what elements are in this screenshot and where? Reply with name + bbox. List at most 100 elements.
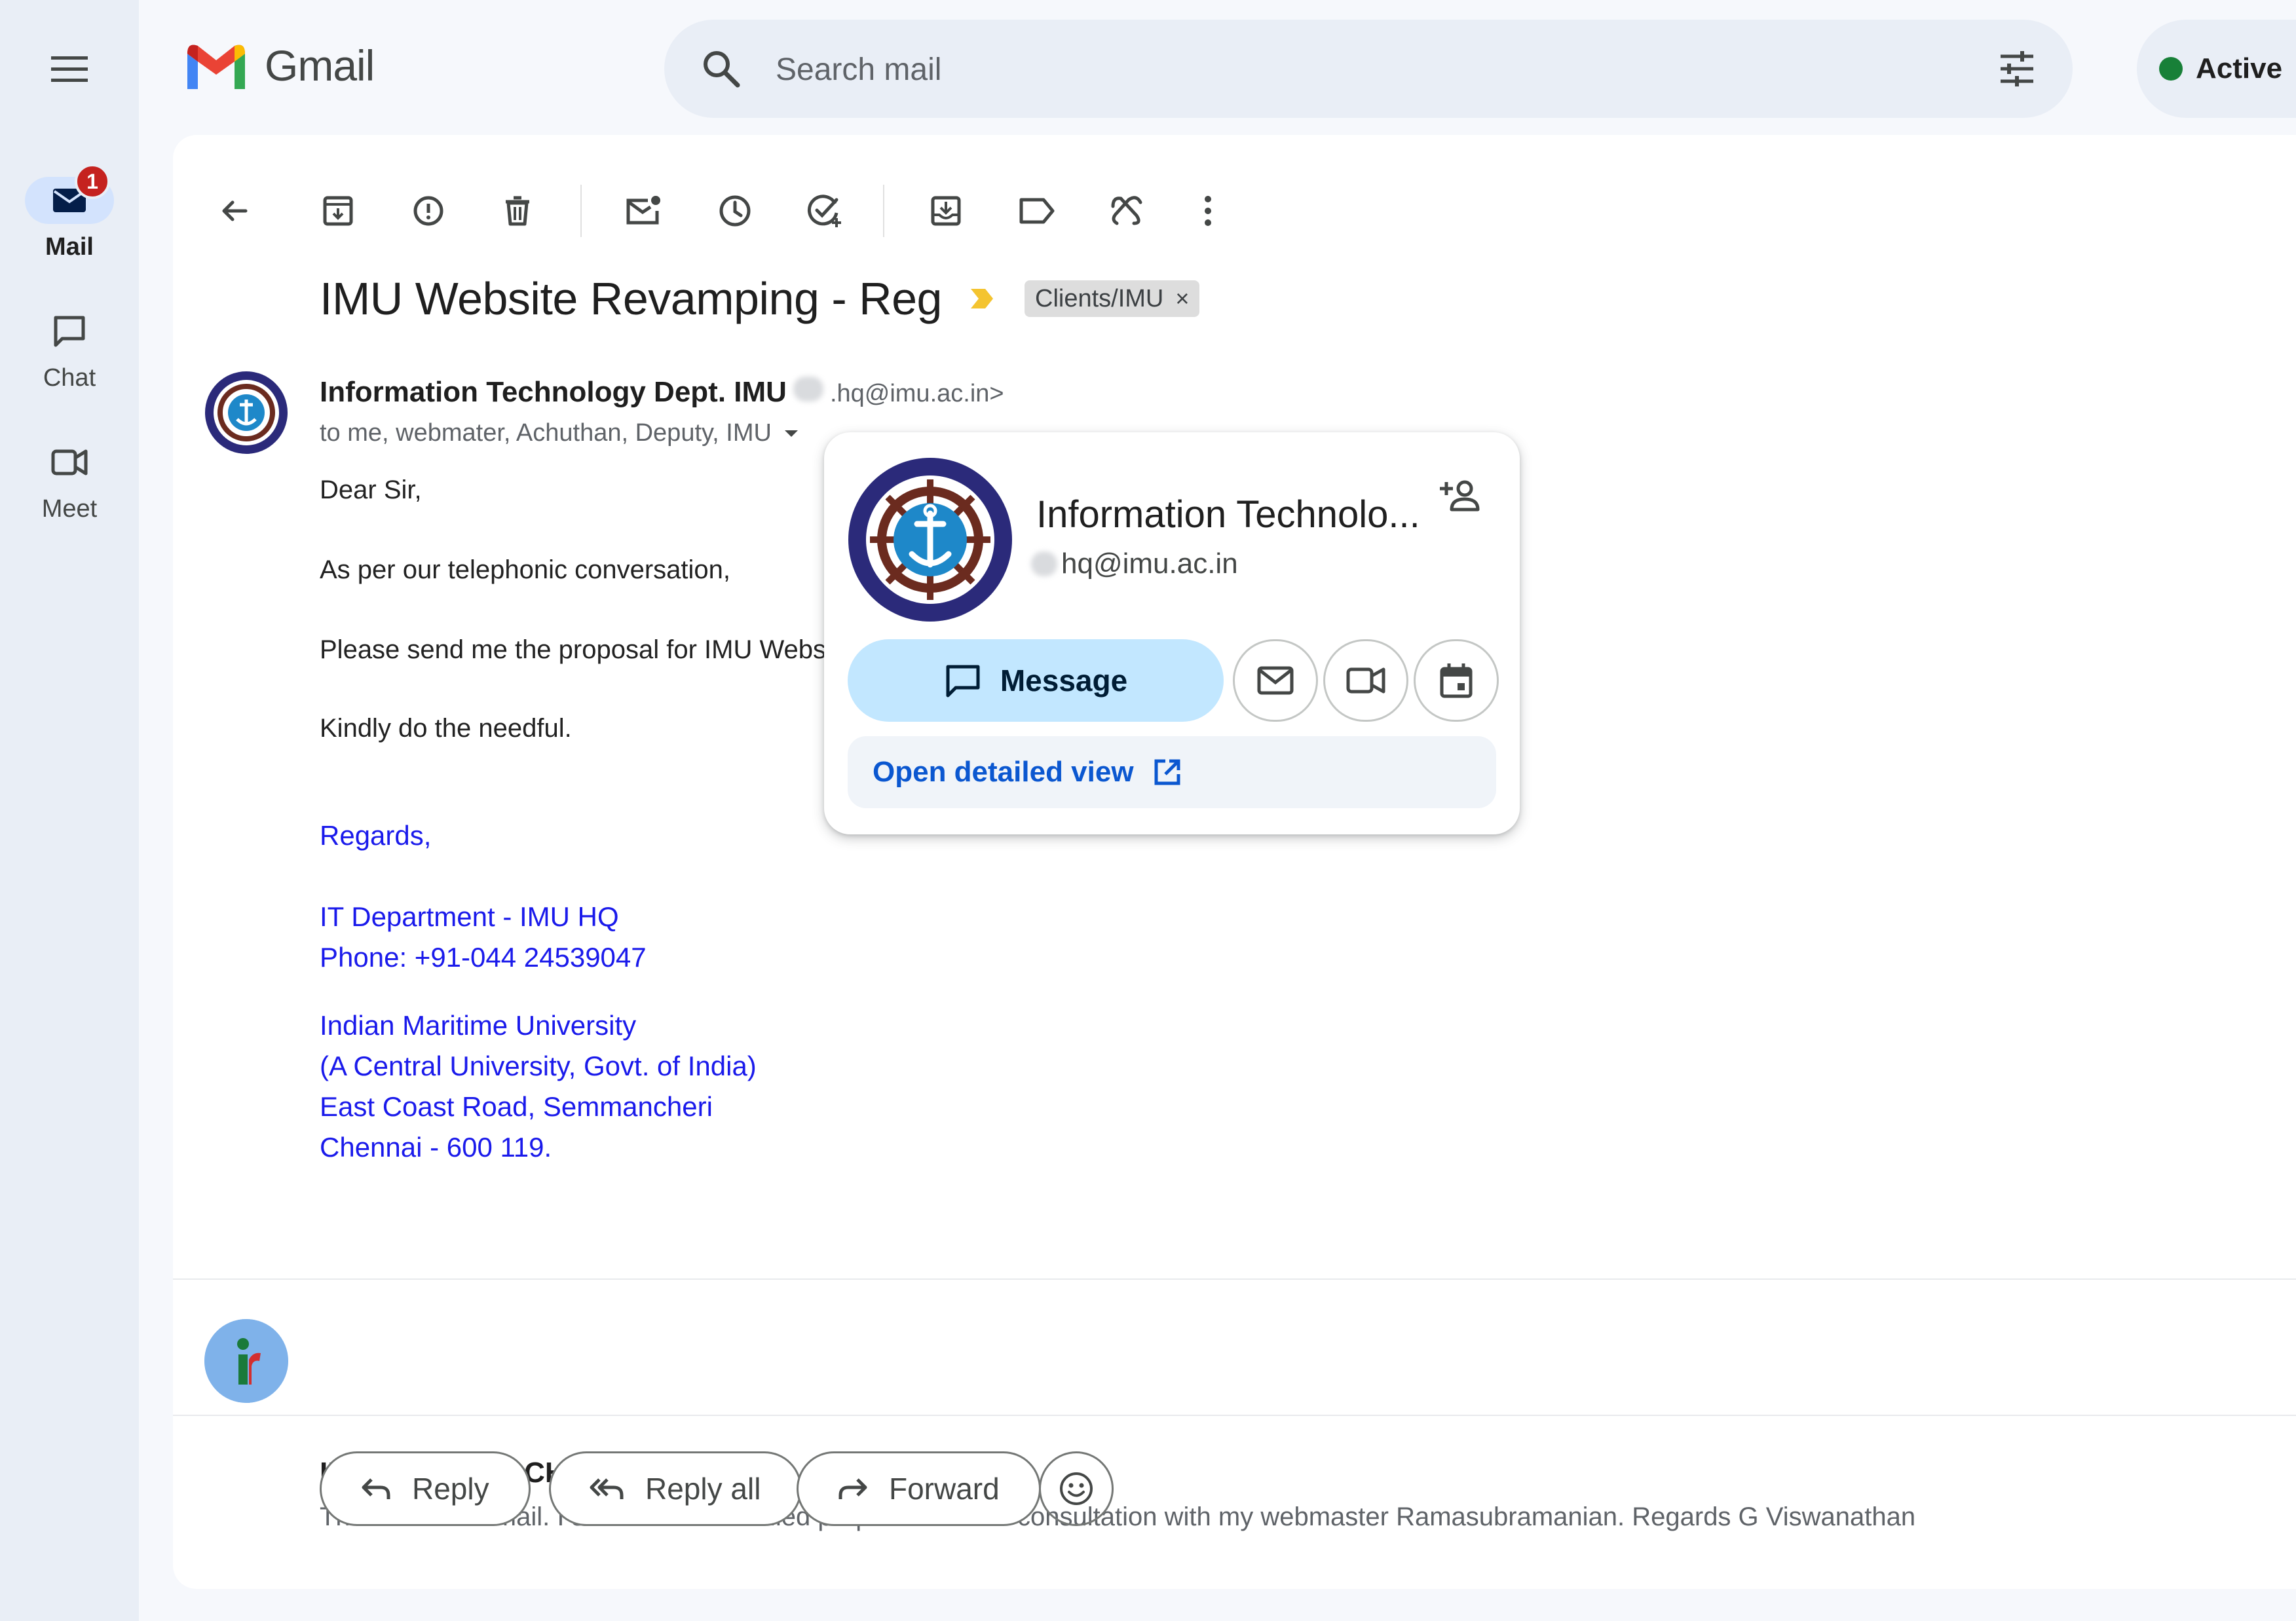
message-divider [173, 1278, 2296, 1280]
contact-email[interactable]: hq@imu.ac.in [1061, 548, 1238, 580]
search-icon[interactable] [701, 48, 742, 89]
open-detailed-view-button[interactable]: Open detailed view [848, 736, 1496, 808]
schedule-event-button[interactable] [1414, 639, 1499, 722]
reply-avatar[interactable] [204, 1319, 288, 1403]
reply-icon [362, 1478, 390, 1499]
back-arrow-icon [222, 200, 248, 221]
unread-badge: 1 [75, 164, 110, 199]
label-chip-text: Clients/IMU [1035, 284, 1164, 312]
archive-icon [323, 196, 353, 226]
gmail-logo[interactable]: Gmail [183, 41, 375, 90]
forward-label: Forward [889, 1472, 1000, 1506]
signature-line: East Coast Road, Semmancheri [320, 1091, 713, 1122]
emoji-reaction-button[interactable] [1039, 1451, 1114, 1526]
forward-button[interactable]: Forward [797, 1451, 1041, 1526]
ideas-logo-icon [204, 1319, 288, 1403]
report-spam-button[interactable] [401, 183, 456, 238]
add-to-tasks-button[interactable] [798, 183, 853, 238]
chat-icon [946, 665, 980, 698]
move-to-button[interactable] [918, 183, 973, 238]
remove-label-icon[interactable]: × [1175, 285, 1189, 312]
hamburger-icon [51, 56, 88, 82]
recipients-text: to me, webmater, Achuthan, Deputy, IMU [320, 419, 772, 447]
mark-unread-icon [626, 196, 660, 225]
contact-hovercard: Information Technolo... hq@imu.ac.in Mes… [824, 432, 1520, 834]
reply-all-button[interactable]: Reply all [549, 1451, 802, 1526]
email-subject: IMU Website Revamping - Reg [320, 273, 943, 324]
video-icon [1346, 667, 1385, 694]
reply-all-icon [590, 1478, 624, 1499]
reply-all-label: Reply all [645, 1472, 761, 1506]
redacted-text [1031, 551, 1057, 576]
email-view: IMU Website Revamping - Reg Clients/IMU … [173, 135, 2296, 1589]
video-call-button[interactable] [1323, 639, 1408, 722]
snooze-button[interactable] [707, 183, 762, 238]
message-label: Message [1000, 663, 1128, 698]
move-to-icon [931, 196, 961, 226]
meet-pill[interactable] [25, 439, 114, 486]
calendar-icon [1440, 663, 1473, 698]
status-chip[interactable]: Active [2137, 20, 2296, 118]
gmail-m-icon [187, 45, 245, 89]
reply-button[interactable]: Reply [320, 1451, 531, 1526]
forward-icon [838, 1478, 867, 1499]
imu-seal-icon [848, 458, 1012, 622]
message-divider [173, 1415, 2296, 1416]
delete-button[interactable] [490, 183, 545, 238]
label-icon [1019, 198, 1055, 224]
contact-email-row: hq@imu.ac.in [1031, 548, 1238, 580]
sender-row: Information Technology Dept. IMU .hq@imu… [320, 376, 1004, 409]
chevron-down-icon[interactable] [783, 429, 799, 438]
search-options-icon[interactable] [1997, 48, 2037, 89]
toolbar-divider [580, 185, 582, 237]
contact-name: Information Technolo... [1036, 493, 1420, 536]
more-button[interactable] [1180, 183, 1235, 238]
open-detailed-view-label: Open detailed view [873, 756, 1134, 788]
message-button[interactable]: Message [848, 639, 1224, 722]
search-input[interactable] [776, 48, 1889, 90]
filter-icon [1111, 196, 1142, 225]
add-contact-icon[interactable] [1440, 478, 1482, 513]
label-chip[interactable]: Clients/IMU × [1025, 280, 1200, 317]
smiley-icon [1060, 1472, 1093, 1505]
reply-label: Reply [412, 1472, 489, 1506]
labels-button[interactable] [1009, 183, 1064, 238]
search-bar[interactable] [664, 20, 2073, 118]
back-button[interactable] [207, 183, 262, 238]
video-icon [51, 449, 88, 475]
sender-email: .hq@imu.ac.in> [829, 380, 1004, 407]
redacted-text [793, 377, 823, 401]
body-line: Please send me the proposal for IMU Webs [320, 635, 826, 664]
status-label: Active [2196, 52, 2283, 84]
filter-messages-button[interactable] [1099, 183, 1154, 238]
send-email-button[interactable] [1233, 639, 1318, 722]
subject-row: IMU Website Revamping - Reg Clients/IMU … [320, 272, 1200, 325]
signature-line[interactable]: Phone: +91-044 24539047 [320, 942, 647, 973]
signature-line: Chennai - 600 119. [320, 1132, 552, 1163]
recipients-row[interactable]: to me, webmater, Achuthan, Deputy, IMU [320, 419, 799, 447]
add-to-tasks-icon [807, 195, 841, 227]
important-marker-icon[interactable] [969, 286, 994, 311]
archive-button[interactable] [311, 183, 366, 238]
mail-pill[interactable]: 1 [25, 164, 114, 224]
gmail-wordmark: Gmail [265, 41, 375, 90]
imu-seal-icon [205, 371, 288, 454]
signature-line: (A Central University, Govt. of India) [320, 1051, 757, 1081]
rail-item-meet[interactable]: Meet [0, 439, 139, 523]
sender-name[interactable]: Information Technology Dept. IMU [320, 376, 787, 409]
sender-avatar[interactable] [204, 371, 288, 455]
chat-pill[interactable] [25, 308, 114, 355]
delete-icon [506, 196, 529, 226]
rail-item-chat[interactable]: Chat [0, 308, 139, 392]
body-line: As per our telephonic conversation, [320, 555, 731, 584]
signature-line: Indian Maritime University [320, 1010, 637, 1041]
rail-item-mail[interactable]: 1 Mail [0, 164, 139, 261]
toolbar-divider [883, 185, 884, 237]
open-in-new-icon [1154, 759, 1180, 785]
chat-icon [54, 316, 85, 347]
snooze-icon [719, 195, 751, 227]
mail-outline-icon [1257, 666, 1294, 695]
mark-unread-button[interactable] [616, 183, 671, 238]
main-menu-button[interactable] [38, 50, 101, 89]
rail-label-meet: Meet [41, 495, 98, 523]
